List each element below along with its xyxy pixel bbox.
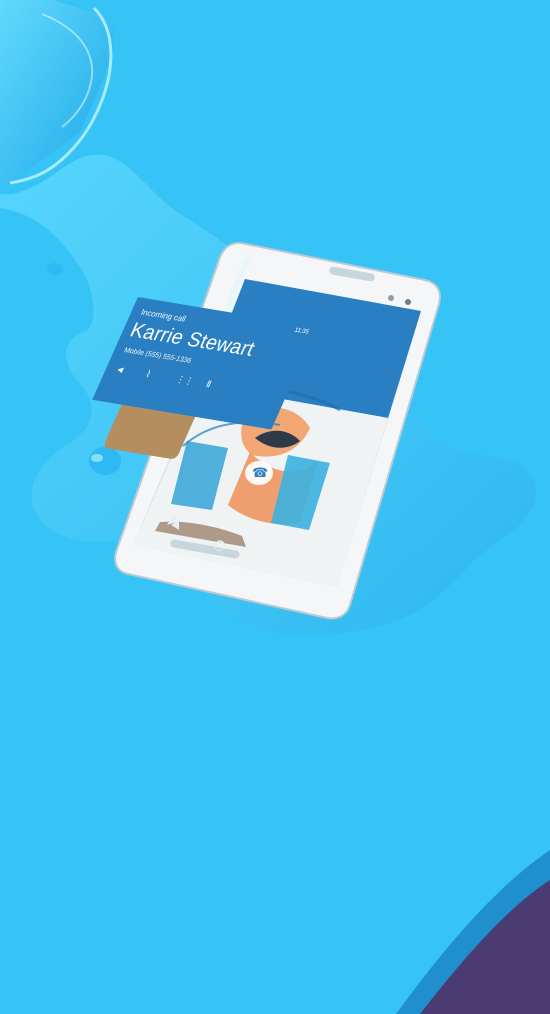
answer-call-button[interactable]: ☎ [245,461,273,485]
purple-corner [420,880,550,1014]
mute-icon[interactable]: ⌇ [144,369,153,381]
back-triangle-icon[interactable] [171,520,179,530]
product-scene: Incoming call Karrie Stewart Mobile (555… [0,0,550,1014]
status-bar-time: 11:35 [293,327,310,336]
hold-icon[interactable]: Ⅱ [204,379,213,391]
home-circle-icon[interactable] [214,541,224,551]
phone-icon: ☎ [252,465,269,480]
incoming-call-header: Incoming call Karrie Stewart Mobile (555… [92,297,318,430]
dialpad-icon[interactable]: ⋮⋮ [174,374,195,388]
speaker-icon[interactable]: ◄ [114,364,127,375]
call-controls: ◄ ⌇ ⋮⋮ Ⅱ [112,364,278,404]
